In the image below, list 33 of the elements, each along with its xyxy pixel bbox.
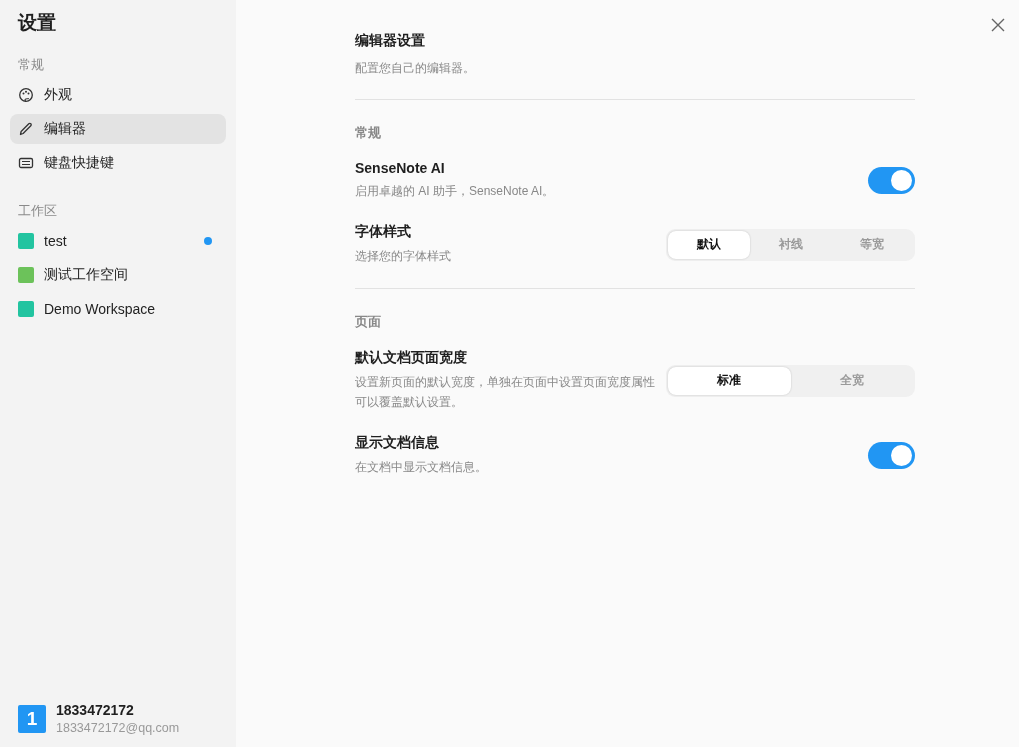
workspace-item[interactable]: 测试工作空间 [10,260,226,290]
workspace-item[interactable]: test [10,226,226,256]
sidebar-item[interactable]: 键盘快捷键 [10,148,226,178]
toggle-switch[interactable] [868,167,915,195]
setting-description: 启用卓越的 AI 助手，SenseNote AI。 [355,183,555,200]
section-label: 页面 [355,313,382,332]
segment-option[interactable]: 默认 [668,230,750,259]
workspace-item[interactable]: Demo Workspace [10,294,226,324]
pencil-icon [18,121,34,137]
segment-option[interactable]: 标准 [668,366,791,395]
group-label: 常规 [17,56,45,74]
keyboard-icon [18,155,34,171]
sidebar-item[interactable]: 编辑器 [10,114,226,144]
user-name: 1833472172 [56,702,135,718]
setting-title: 字体样式 [355,223,412,242]
page-title: 编辑器设置 [355,32,426,50]
page-subtitle: 配置您自己的编辑器。 [355,60,476,77]
user-avatar: 1 [18,704,46,733]
sidebar-title: 设置 [16,11,57,35]
palette-icon [18,87,34,103]
setting-description: 选择您的字体样式 [355,248,451,266]
section-label: 常规 [355,124,382,142]
setting-title: 显示文档信息 [355,433,440,452]
close-icon [991,18,1005,32]
setting-description: 在文档中显示文档信息。 [355,458,487,476]
sidebar-item[interactable]: 外观 [10,80,226,110]
close-button[interactable] [989,16,1007,34]
group-label: 工作区 [17,202,58,220]
setting-description: 设置新页面的默认宽度，单独在页面中设置页面宽度属性可以覆盖默认设置。 [355,374,655,411]
setting-title: SenseNote AI [355,160,446,176]
setting-title: 默认文档页面宽度 [355,349,468,368]
user-email: 1833472172@qq.com [56,721,180,735]
toggle-switch[interactable] [868,441,915,469]
